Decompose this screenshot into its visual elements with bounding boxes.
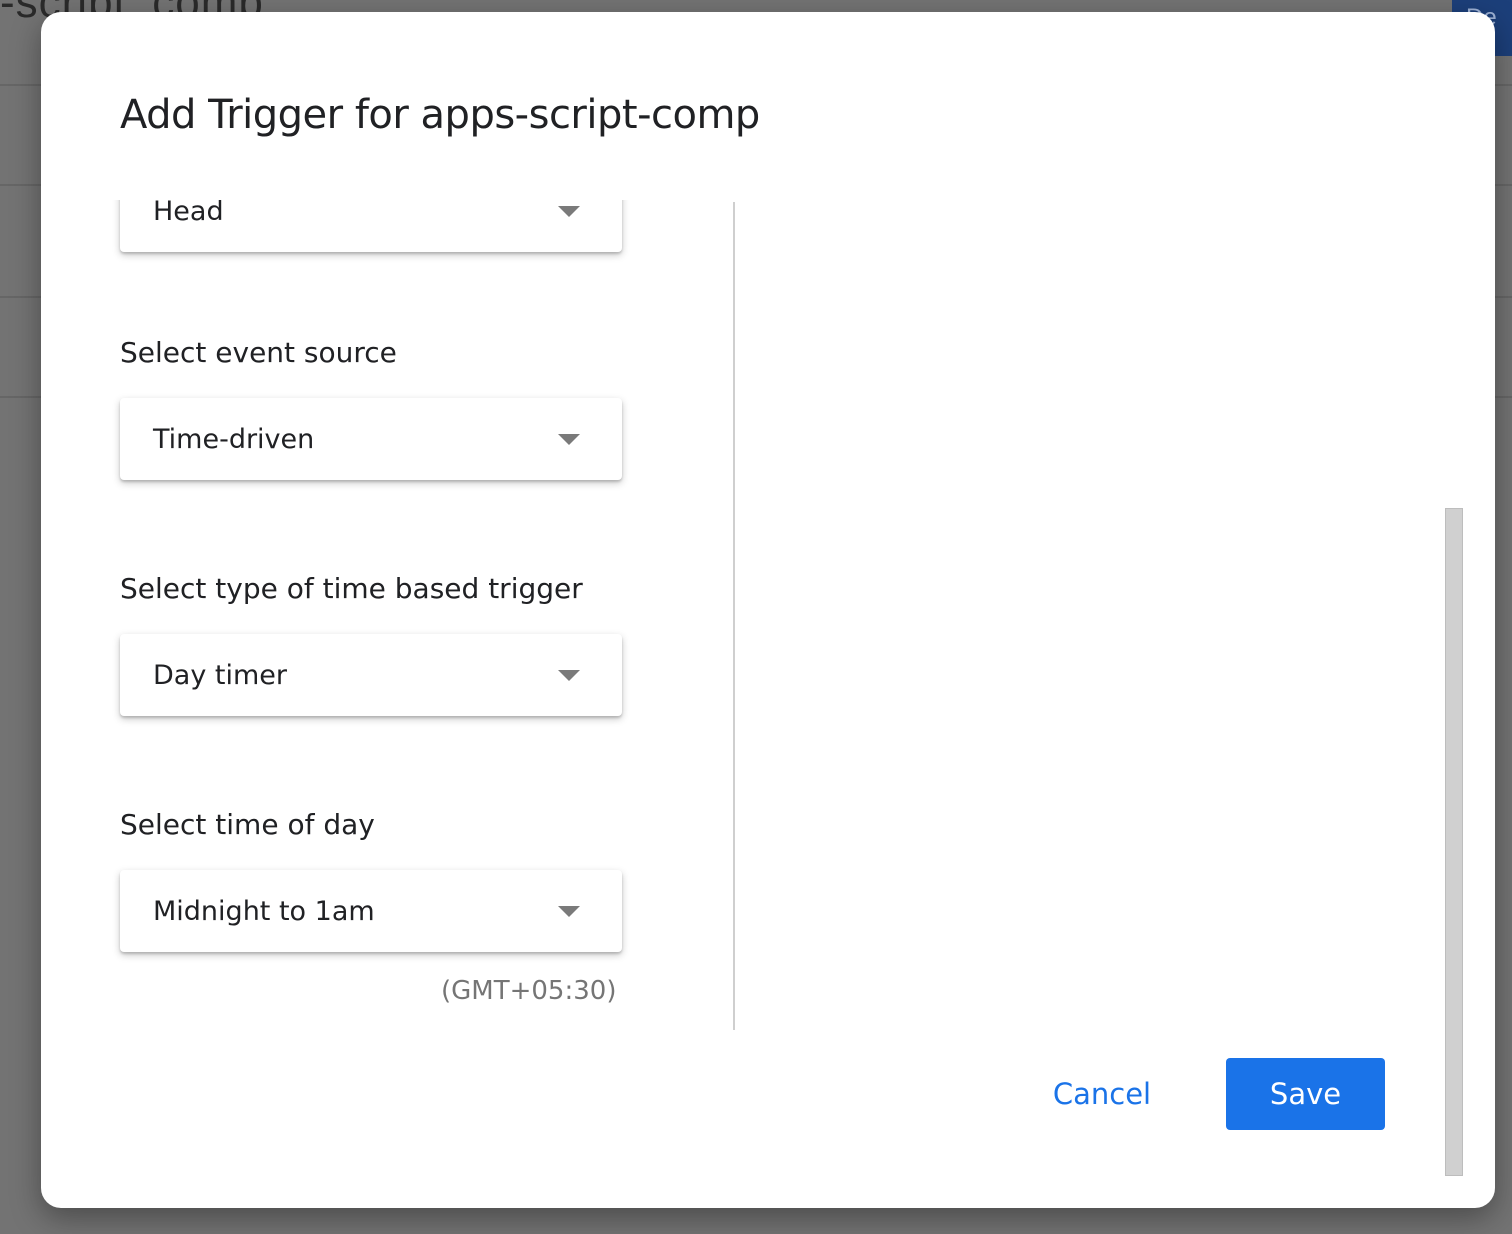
dialog-scrollbar[interactable] — [1445, 508, 1463, 1176]
chevron-down-icon — [558, 206, 580, 217]
trigger-type-select[interactable]: Day timer — [120, 634, 622, 716]
event-source-select[interactable]: Time-driven — [120, 398, 622, 480]
deployment-select-value: Head — [153, 200, 224, 227]
trigger-type-select-value: Day timer — [153, 660, 287, 691]
timezone-note: (GMT+05:30) — [441, 976, 617, 1006]
cancel-button[interactable]: Cancel — [1037, 1058, 1167, 1130]
save-button[interactable]: Save — [1226, 1058, 1385, 1130]
add-trigger-dialog: Add Trigger for apps-script-comp Head Se… — [41, 12, 1495, 1208]
chevron-down-icon — [558, 906, 580, 917]
time-of-day-select[interactable]: Midnight to 1am — [120, 870, 622, 952]
trigger-form: Head Select event source Time-driven Sel… — [41, 200, 734, 1030]
dialog-title: Add Trigger for apps-script-comp — [120, 92, 760, 138]
time-of-day-label: Select time of day — [120, 808, 375, 841]
chevron-down-icon — [558, 670, 580, 681]
event-source-label: Select event source — [120, 336, 397, 369]
column-divider — [733, 202, 735, 1030]
time-of-day-select-value: Midnight to 1am — [153, 896, 375, 927]
trigger-type-label: Select type of time based trigger — [120, 572, 583, 605]
event-source-select-value: Time-driven — [153, 424, 315, 455]
deployment-select[interactable]: Head — [120, 200, 622, 252]
chevron-down-icon — [558, 434, 580, 445]
